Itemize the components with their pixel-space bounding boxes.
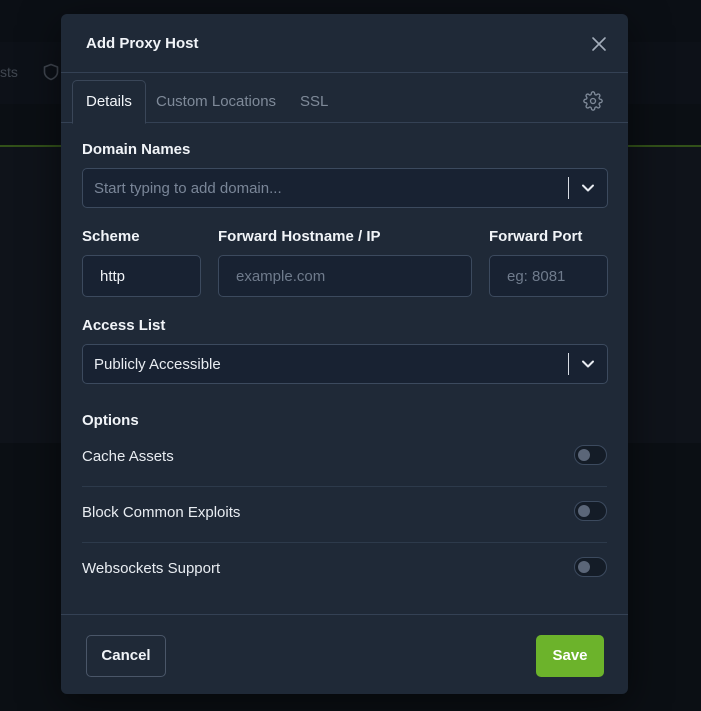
- toggle-knob: [578, 505, 590, 517]
- access-list-value: Publicly Accessible: [94, 356, 221, 373]
- chevron-down-icon[interactable]: [581, 357, 595, 371]
- forward-port-label: Forward Port: [489, 228, 583, 245]
- modal-footer: Cancel Save: [61, 614, 628, 695]
- forward-hostname-field[interactable]: [218, 255, 472, 297]
- modal-header: Add Proxy Host: [61, 14, 628, 73]
- access-list-select[interactable]: Publicly Accessible: [82, 344, 608, 384]
- option-row-cache-assets: Cache Assets: [82, 430, 607, 487]
- option-row-websockets-support: Websockets Support: [82, 542, 607, 598]
- tab-custom-locations[interactable]: Custom Locations: [156, 80, 276, 122]
- options-heading: Options: [82, 412, 139, 429]
- forward-hostname-label: Forward Hostname / IP: [218, 228, 381, 245]
- tab-ssl[interactable]: SSL: [300, 80, 328, 122]
- websockets-support-toggle[interactable]: [574, 557, 607, 577]
- forward-port-field[interactable]: [489, 255, 608, 297]
- domain-names-placeholder: Start typing to add domain...: [94, 180, 282, 197]
- add-proxy-host-modal: Add Proxy Host Details Custom Locations …: [61, 14, 628, 694]
- close-icon[interactable]: [589, 34, 609, 54]
- toggle-knob: [578, 561, 590, 573]
- block-common-exploits-toggle[interactable]: [574, 501, 607, 521]
- domain-names-select[interactable]: Start typing to add domain...: [82, 168, 608, 208]
- select-divider: [568, 353, 569, 375]
- block-common-exploits-label: Block Common Exploits: [82, 504, 241, 521]
- websockets-support-label: Websockets Support: [82, 560, 221, 577]
- toggle-knob: [578, 449, 590, 461]
- chevron-down-icon[interactable]: [581, 181, 595, 195]
- cache-assets-toggle[interactable]: [574, 445, 607, 465]
- cancel-button[interactable]: Cancel: [86, 635, 166, 677]
- modal-tabs: Details Custom Locations SSL: [61, 72, 628, 124]
- gear-icon[interactable]: [583, 91, 603, 111]
- scheme-label: Scheme: [82, 228, 140, 245]
- domain-names-label: Domain Names: [82, 141, 191, 158]
- modal-title: Add Proxy Host: [86, 35, 199, 52]
- cache-assets-label: Cache Assets: [82, 448, 174, 465]
- select-divider: [568, 177, 569, 199]
- option-row-block-common-exploits: Block Common Exploits: [82, 486, 607, 543]
- access-list-label: Access List: [82, 317, 166, 334]
- save-button[interactable]: Save: [536, 635, 604, 677]
- scheme-field[interactable]: [82, 255, 201, 297]
- tab-details[interactable]: Details: [72, 80, 146, 124]
